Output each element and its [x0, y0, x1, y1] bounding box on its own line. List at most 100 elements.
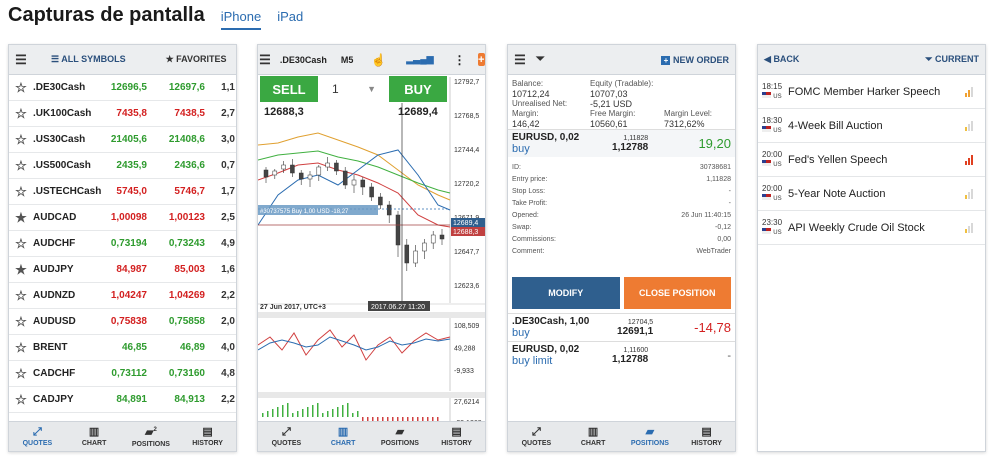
- nav-history[interactable]: ▤ HISTORY: [678, 422, 735, 451]
- menu-icon[interactable]: ☰: [9, 52, 33, 68]
- quote-row[interactable]: ☆ AUDNZD 1,04247 1,04269 2,2: [9, 283, 236, 309]
- quote-spread: 2,2: [221, 394, 235, 405]
- quote-ask[interactable]: 0,75858: [147, 316, 205, 327]
- quote-ask[interactable]: 0,73243: [147, 238, 205, 249]
- star-icon[interactable]: ☆: [9, 80, 33, 96]
- star-icon[interactable]: ☆: [9, 340, 33, 356]
- nav-chart[interactable]: ▥ CHART: [565, 422, 622, 451]
- filter-icon[interactable]: ⏷: [536, 53, 545, 66]
- quote-bid[interactable]: 84,891: [103, 394, 147, 405]
- star-icon[interactable]: ☆: [9, 392, 33, 408]
- quote-bid[interactable]: 1,04247: [103, 290, 147, 301]
- nav-history[interactable]: ▤ HISTORY: [428, 422, 485, 451]
- new-order-button[interactable]: + NEW ORDER: [661, 55, 729, 65]
- quote-row[interactable]: ☆ AUDUSD 0,75838 0,75858 2,0: [9, 309, 236, 335]
- quote-ask[interactable]: 46,89: [147, 342, 205, 353]
- event-row[interactable]: 18:15 US FOMC Member Harker Speech: [758, 75, 985, 109]
- quote-row[interactable]: ☆ .USTECHCash 5745,0 5746,7 1,7: [9, 179, 236, 205]
- quote-ask[interactable]: 7438,5: [147, 108, 205, 119]
- close-position-button[interactable]: CLOSE POSITION: [623, 277, 731, 309]
- star-icon[interactable]: ☆: [9, 366, 33, 382]
- quote-row[interactable]: ★ AUDCAD 1,00098 1,00123 2,5: [9, 205, 236, 231]
- quote-row[interactable]: ☆ .DE30Cash 12696,5 12697,6 1,1: [9, 75, 236, 101]
- back-button[interactable]: ◀ BACK: [764, 54, 799, 65]
- event-row[interactable]: 20:00 US 5-Year Note Auction: [758, 177, 985, 211]
- quote-row[interactable]: ☆ .UK100Cash 7435,8 7438,5 2,7: [9, 101, 236, 127]
- quote-ask[interactable]: 0,73160: [147, 368, 205, 379]
- all-symbols-tab[interactable]: ☰ ALL SYMBOLS: [51, 54, 126, 65]
- star-icon[interactable]: ☆: [9, 106, 33, 122]
- quote-ask[interactable]: 5746,7: [147, 186, 205, 197]
- quote-ask[interactable]: 84,913: [147, 394, 205, 405]
- nav-positions[interactable]: ▰ POSITIONS: [622, 422, 679, 451]
- signal-icon[interactable]: ▂▃▄▆: [406, 54, 433, 65]
- pane-divider-2[interactable]: [258, 392, 486, 398]
- nav-positions[interactable]: ▰2 POSITIONS: [123, 422, 180, 451]
- quote-row[interactable]: ☆ CADJPY 84,891 84,913 2,2: [9, 387, 236, 413]
- nav-quotes[interactable]: ⤢ QUOTES: [508, 422, 565, 451]
- tab-iphone[interactable]: iPhone: [220, 9, 262, 30]
- quote-bid[interactable]: 5745,0: [103, 186, 147, 197]
- hand-icon[interactable]: ☝: [371, 53, 386, 67]
- nav-history[interactable]: ▤ HISTORY: [179, 422, 236, 451]
- more-icon[interactable]: ⋮: [454, 53, 466, 67]
- quote-ask[interactable]: 1,00123: [147, 212, 205, 223]
- nav-quotes[interactable]: ⤢ QUOTES: [258, 422, 315, 451]
- star-icon[interactable]: ☆: [9, 132, 33, 148]
- nav-quotes[interactable]: ⤢ QUOTES: [9, 422, 66, 451]
- detail-row: Comment: WebTrader: [508, 245, 735, 257]
- modify-button[interactable]: MODIFY: [512, 277, 620, 309]
- star-icon[interactable]: ☆: [9, 314, 33, 330]
- quote-row[interactable]: ☆ AUDCHF 0,73194 0,73243 4,9: [9, 231, 236, 257]
- candle-body: [307, 174, 313, 180]
- impact-icon: [965, 120, 985, 131]
- us-flag-icon: [762, 160, 771, 167]
- menu-icon[interactable]: ☰: [258, 52, 272, 68]
- quote-bid[interactable]: 12696,5: [103, 82, 147, 93]
- favorites-tab[interactable]: ★ FAVORITES: [166, 54, 227, 65]
- star-icon[interactable]: ☆: [9, 236, 33, 252]
- nav-chart[interactable]: ▥ CHART: [66, 422, 123, 451]
- quote-row[interactable]: ☆ .US30Cash 21405,6 21408,6 3,0: [9, 127, 236, 153]
- nav-chart[interactable]: ▥ CHART: [315, 422, 372, 451]
- star-filled-icon[interactable]: ★: [9, 210, 33, 226]
- quote-bid[interactable]: 84,987: [103, 264, 147, 275]
- event-row[interactable]: 23:30 US API Weekly Crude Oil Stock: [758, 211, 985, 245]
- quote-row[interactable]: ☆ .US500Cash 2435,9 2436,6 0,7: [9, 153, 236, 179]
- event-row[interactable]: 20:00 US Fed's Yellen Speech: [758, 143, 985, 177]
- nav-positions[interactable]: ▰ POSITIONS: [372, 422, 429, 451]
- event-country: US: [773, 127, 782, 134]
- order-row[interactable]: EURUSD, 0,02 buy limit 1,11600 1,12788 -: [508, 341, 735, 369]
- event-row[interactable]: 18:30 US 4-Week Bill Auction: [758, 109, 985, 143]
- quote-ask[interactable]: 1,04269: [147, 290, 205, 301]
- star-filled-icon[interactable]: ★: [9, 262, 33, 278]
- quote-ask[interactable]: 21408,6: [147, 134, 205, 145]
- star-icon[interactable]: ☆: [9, 184, 33, 200]
- quote-ask[interactable]: 12697,6: [147, 82, 205, 93]
- quote-bid[interactable]: 7435,8: [103, 108, 147, 119]
- position-row-expanded[interactable]: EURUSD, 0,02 buy 1,11828 1,12788 19,20: [508, 129, 735, 157]
- chart-timeframe[interactable]: M5: [341, 55, 354, 65]
- position-row[interactable]: .DE30Cash, 1,00 buy 12704,5 12691,1 -14,…: [508, 313, 735, 341]
- add-icon[interactable]: +: [477, 53, 485, 66]
- star-icon[interactable]: ☆: [9, 158, 33, 174]
- quote-bid[interactable]: 21405,6: [103, 134, 147, 145]
- pane-divider[interactable]: [258, 312, 486, 318]
- quote-ask[interactable]: 2436,6: [147, 160, 205, 171]
- quote-bid[interactable]: 46,85: [103, 342, 147, 353]
- chart-symbol[interactable]: .DE30Cash: [280, 55, 327, 65]
- tab-ipad[interactable]: iPad: [277, 9, 303, 28]
- quote-bid[interactable]: 0,75838: [103, 316, 147, 327]
- quote-row[interactable]: ★ AUDJPY 84,987 85,003 1,6: [9, 257, 236, 283]
- menu-icon[interactable]: ☰: [508, 52, 532, 68]
- current-filter[interactable]: ⏷ CURRENT: [925, 54, 979, 65]
- chart-canvas[interactable]: 12792,712768,512744,412720,212671,912647…: [258, 75, 486, 452]
- quote-bid[interactable]: 0,73194: [103, 238, 147, 249]
- quote-bid[interactable]: 0,73112: [103, 368, 147, 379]
- quote-bid[interactable]: 1,00098: [103, 212, 147, 223]
- quote-ask[interactable]: 85,003: [147, 264, 205, 275]
- quote-bid[interactable]: 2435,9: [103, 160, 147, 171]
- star-icon[interactable]: ☆: [9, 288, 33, 304]
- quote-row[interactable]: ☆ BRENT 46,85 46,89 4,0: [9, 335, 236, 361]
- quote-row[interactable]: ☆ CADCHF 0,73112 0,73160 4,8: [9, 361, 236, 387]
